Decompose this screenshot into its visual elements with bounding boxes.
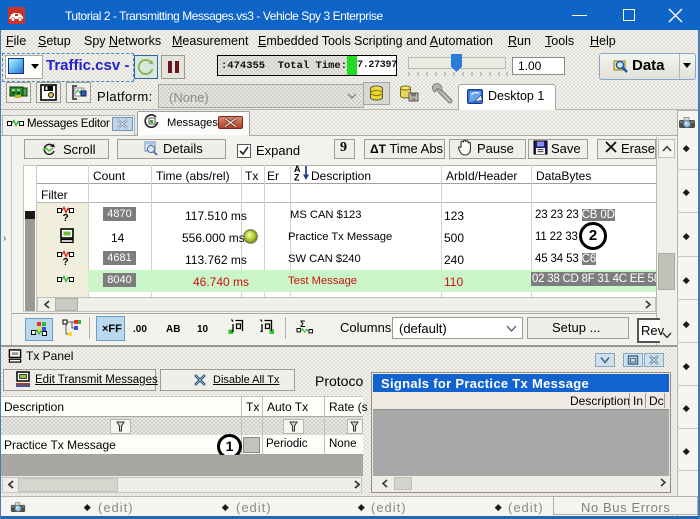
svg-text:Z: Z (294, 173, 300, 182)
svg-text:?: ? (63, 213, 69, 222)
svg-text:Σ: Σ (300, 319, 306, 329)
svg-text:?: ? (63, 257, 69, 266)
